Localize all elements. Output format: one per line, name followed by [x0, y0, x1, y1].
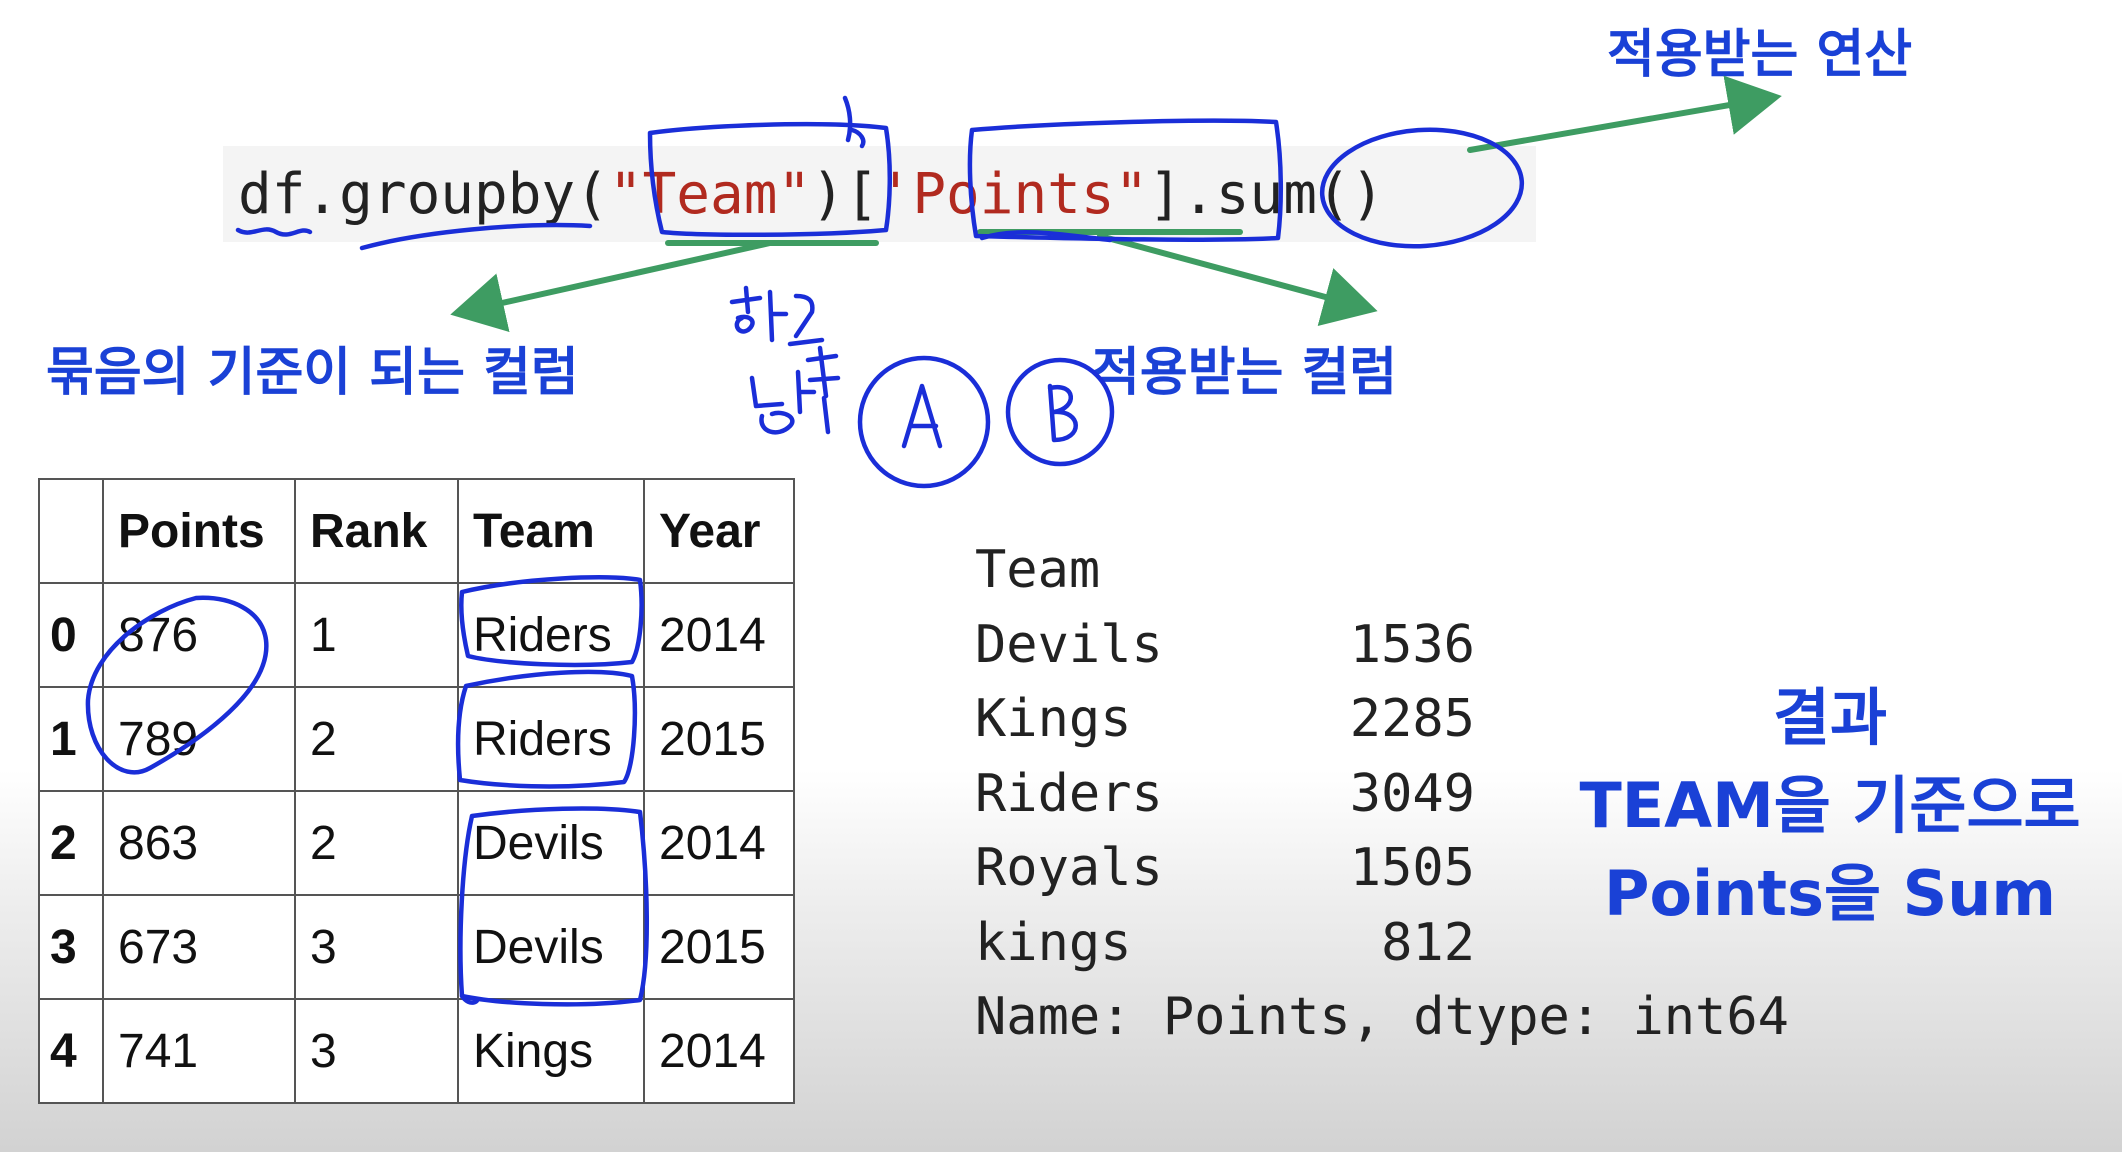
ink-handwriting-gender: [749, 345, 841, 435]
cell-year: 2015: [643, 686, 795, 792]
cell-team: Devils: [457, 790, 645, 896]
applied-column-label: 적용받는 컬럼: [1092, 343, 1398, 403]
cell-rank: 3: [294, 998, 459, 1104]
series-value: 1536: [1349, 614, 1475, 675]
series-key: Devils: [975, 614, 1163, 675]
cell-team: Riders: [457, 582, 645, 688]
cell-points: 789: [102, 686, 296, 792]
code-group-key: "Team": [608, 162, 812, 227]
cell-points: 876: [102, 582, 296, 688]
row-index: 1: [38, 686, 104, 792]
cell-year: 2014: [643, 998, 795, 1104]
cell-rank: 2: [294, 686, 459, 792]
list-item: Kings 2285: [975, 682, 1789, 757]
arrow-to-column-label: [1097, 233, 1378, 326]
group-column-label: 묶음의 기준이 되는 컬럼: [46, 343, 579, 403]
series-value: 2285: [1349, 689, 1475, 749]
code-suffix: ].sum(): [1148, 162, 1385, 227]
series-key: Riders: [975, 763, 1163, 824]
cell-year: 2014: [643, 790, 795, 896]
list-item: Devils 1536: [975, 608, 1789, 683]
ink-letter-a: [901, 383, 943, 449]
cell-year: 2014: [643, 582, 795, 688]
list-item: kings 812: [975, 906, 1789, 981]
arrow-to-group-label: [450, 240, 773, 333]
ink-letter-b: [1047, 383, 1078, 443]
row-index: 3: [38, 894, 104, 1000]
table-row: 0 876 1 Riders 2014: [38, 582, 795, 688]
code-mid: )[: [811, 162, 879, 227]
row-index: 0: [38, 582, 104, 688]
series-key: Kings: [975, 689, 1132, 749]
series-key: Royals: [975, 838, 1163, 898]
dataframe-table: Points Rank Team Year 0 876 1 Riders 201…: [38, 478, 795, 1104]
ink-tick-mark: [842, 95, 866, 149]
table-row: 2 863 2 Devils 2014: [38, 790, 795, 896]
series-value: 3049: [1349, 763, 1475, 824]
cell-points: 741: [102, 998, 296, 1104]
header-rank: Rank: [294, 478, 459, 584]
cell-rank: 2: [294, 790, 459, 896]
header-year: Year: [643, 478, 795, 584]
header-index: [38, 478, 104, 584]
cell-team: Devils: [457, 894, 645, 1000]
series-value: 1505: [1349, 838, 1475, 898]
cell-points: 863: [102, 790, 296, 896]
code-line: df.groupby("Team")['Points"].sum(): [238, 155, 1384, 235]
code-column: 'Points": [878, 162, 1149, 227]
code-prefix: df.groupby(: [238, 162, 609, 227]
ink-handwriting-school: [729, 285, 825, 347]
list-item: Riders 3049: [975, 757, 1789, 832]
ink-circle-a: [857, 355, 991, 489]
cell-rank: 3: [294, 894, 459, 1000]
cell-rank: 1: [294, 582, 459, 688]
cell-year: 2015: [643, 894, 795, 1000]
table-header-row: Points Rank Team Year: [38, 478, 795, 584]
table-row: 3 673 3 Devils 2015: [38, 894, 795, 1000]
arrow-to-operation-label: [1467, 75, 1782, 153]
list-item: Royals 1505: [975, 831, 1789, 906]
header-points: Points: [102, 478, 296, 584]
row-index: 4: [38, 998, 104, 1104]
cell-team: Riders: [457, 686, 645, 792]
cell-points: 673: [102, 894, 296, 1000]
header-team: Team: [457, 478, 645, 584]
cell-team: Kings: [457, 998, 645, 1104]
series-key: kings: [975, 912, 1132, 973]
series-value: 812: [1381, 912, 1475, 973]
table-row: 4 741 3 Kings 2014: [38, 998, 795, 1104]
table-row: 1 789 2 Riders 2015: [38, 686, 795, 792]
applied-operation-label: 적용받는 연산: [1607, 25, 1913, 85]
groupby-result-output: Team Devils 1536 Kings 2285 Riders 3049 Roy…: [975, 533, 1789, 1055]
row-index: 2: [38, 790, 104, 896]
series-index-name: Team: [975, 540, 1101, 600]
series-footer: Name: Points, dtype: int64: [975, 987, 1789, 1047]
